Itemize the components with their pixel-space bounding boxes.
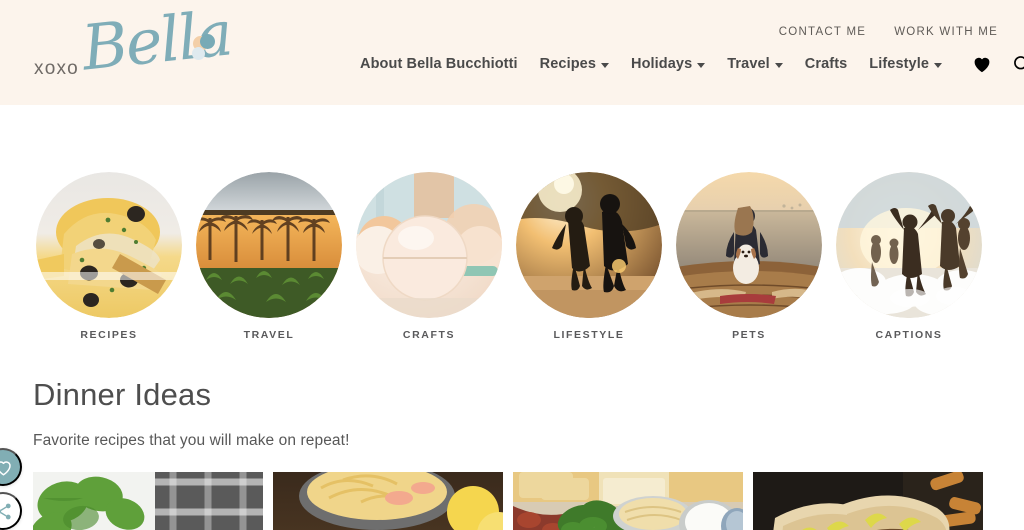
heart-outline-icon[interactable]: [0, 448, 22, 486]
nav-label: About Bella Bucchiotti: [360, 56, 518, 72]
site-logo[interactable]: xoxo Bella: [30, 0, 234, 100]
category-circles-section: RECIPES TRAVEL CRAFTS LIFESTYLE PETS CAP…: [0, 105, 1024, 350]
category-image-travel: [196, 172, 342, 318]
nav-icon-group: [972, 54, 1024, 74]
chevron-down-icon: [774, 62, 783, 68]
category-image-lifestyle: [516, 172, 662, 318]
nav-label: Recipes: [539, 56, 596, 72]
category-image-recipes: [36, 172, 182, 318]
category-item-travel[interactable]: TRAVEL: [196, 172, 342, 341]
page-title: Dinner Ideas: [33, 377, 212, 412]
nav-item-travel[interactable]: Travel: [727, 56, 783, 72]
logo-dot-pale-icon: [192, 47, 205, 60]
category-image-pets: [676, 172, 822, 318]
social-share-rail: [0, 448, 32, 530]
nav-label: Crafts: [804, 56, 848, 72]
post-card[interactable]: [513, 472, 743, 530]
nav-label: Travel: [727, 56, 770, 72]
share-nodes-icon[interactable]: [0, 492, 22, 530]
chevron-down-icon: [934, 62, 943, 68]
category-image-captions: [836, 172, 982, 318]
category-item-lifestyle[interactable]: LIFESTYLE: [516, 172, 662, 341]
category-item-captions[interactable]: CAPTIONS: [836, 172, 982, 341]
post-card[interactable]: [33, 472, 263, 530]
utility-nav: CONTACT ME WORK WITH ME: [779, 26, 998, 38]
category-row: RECIPES TRAVEL CRAFTS LIFESTYLE PETS CAP…: [0, 172, 1024, 341]
heart-icon[interactable]: [972, 55, 992, 73]
search-icon[interactable]: [1012, 54, 1024, 74]
category-item-pets[interactable]: PETS: [676, 172, 822, 341]
category-image-crafts: [356, 172, 502, 318]
category-item-recipes[interactable]: RECIPES: [36, 172, 182, 341]
nav-label: Holidays: [631, 56, 693, 72]
category-label: PETS: [732, 329, 766, 341]
primary-nav: About Bella Bucchiotti Recipes Holidays …: [360, 54, 1024, 74]
category-item-crafts[interactable]: CRAFTS: [356, 172, 502, 341]
dinner-ideas-section: Dinner Ideas Favorite recipes that you w…: [0, 350, 1024, 451]
post-card-grid: [0, 472, 1024, 530]
chevron-down-icon: [697, 62, 706, 68]
post-card[interactable]: [273, 472, 503, 530]
nav-item-crafts[interactable]: Crafts: [805, 56, 848, 72]
category-label: TRAVEL: [243, 329, 295, 341]
category-label: RECIPES: [80, 329, 138, 341]
chevron-down-icon: [601, 62, 609, 68]
nav-item-holidays[interactable]: Holidays: [631, 56, 706, 72]
logo-dot-teal-icon: [200, 34, 215, 49]
site-header: xoxo Bella CONTACT ME WORK WITH ME About…: [0, 0, 1024, 105]
nav-item-lifestyle[interactable]: Lifestyle: [869, 56, 943, 72]
nav-item-about-bella-bucchiotti[interactable]: About Bella Bucchiotti: [360, 56, 518, 72]
logo-xoxo-text: xoxo: [34, 58, 79, 79]
post-card[interactable]: [753, 472, 983, 530]
category-label: CAPTIONS: [875, 329, 943, 341]
top-link-contact-me[interactable]: CONTACT ME: [779, 26, 866, 38]
top-link-work-with-me[interactable]: WORK WITH ME: [894, 26, 998, 38]
category-label: CRAFTS: [402, 329, 456, 341]
nav-label: Lifestyle: [869, 56, 930, 72]
section-subtitle: Favorite recipes that you will make on r…: [33, 432, 350, 450]
category-label: LIFESTYLE: [553, 329, 625, 341]
nav-item-recipes[interactable]: Recipes: [540, 56, 609, 72]
